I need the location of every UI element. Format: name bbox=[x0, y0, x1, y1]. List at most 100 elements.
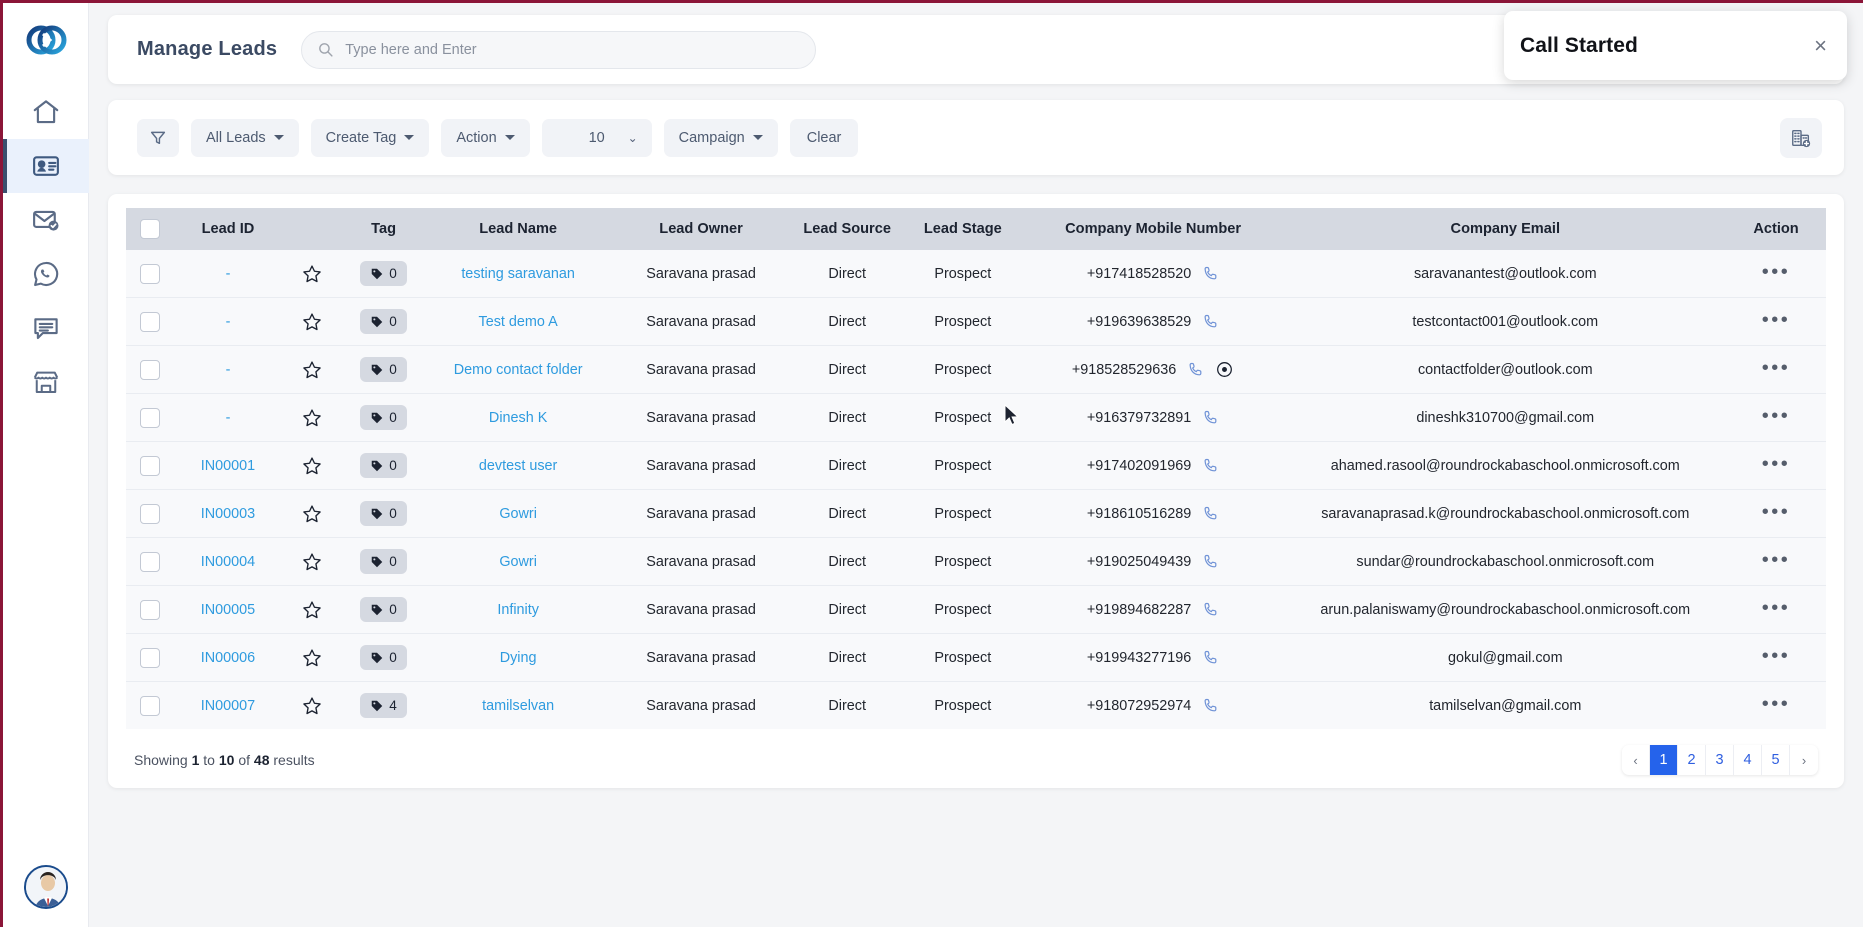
sidebar-item-whatsapp[interactable] bbox=[3, 247, 89, 301]
lead-name-link[interactable]: Infinity bbox=[497, 602, 539, 618]
sidebar-item-leads[interactable] bbox=[2, 139, 89, 193]
favorite-star-icon[interactable] bbox=[301, 407, 323, 429]
row-actions-menu-icon[interactable]: ••• bbox=[1762, 549, 1791, 571]
add-company-button[interactable] bbox=[1780, 117, 1822, 158]
lead-name-link[interactable]: Gowri bbox=[499, 554, 537, 570]
action-dropdown[interactable]: Action bbox=[441, 118, 530, 157]
call-phone-icon[interactable] bbox=[1202, 457, 1219, 474]
tag-pill[interactable]: 0 bbox=[360, 597, 407, 622]
call-phone-icon[interactable] bbox=[1202, 313, 1219, 330]
row-actions-menu-icon[interactable]: ••• bbox=[1762, 597, 1791, 619]
tag-pill[interactable]: 0 bbox=[360, 453, 407, 478]
call-phone-icon[interactable] bbox=[1187, 361, 1204, 378]
sidebar-item-chat[interactable] bbox=[3, 301, 89, 355]
table-row[interactable]: IN00005 0 Infinity Saravana prasad Direct Pro… bbox=[126, 585, 1826, 634]
favorite-star-icon[interactable] bbox=[301, 647, 323, 669]
lead-name-link[interactable]: devtest user bbox=[479, 458, 557, 474]
lead-id-link[interactable]: IN00005 bbox=[201, 602, 255, 618]
page-3[interactable]: 3 bbox=[1706, 745, 1734, 775]
app-logo[interactable] bbox=[18, 17, 74, 63]
lead-id-link[interactable]: IN00003 bbox=[201, 506, 255, 522]
page-next[interactable]: › bbox=[1790, 745, 1818, 775]
call-phone-icon[interactable] bbox=[1202, 265, 1219, 282]
page-5[interactable]: 5 bbox=[1762, 745, 1790, 775]
row-actions-menu-icon[interactable]: ••• bbox=[1762, 693, 1791, 715]
lead-name-link[interactable]: Gowri bbox=[499, 506, 537, 522]
close-icon[interactable]: × bbox=[1812, 34, 1829, 57]
favorite-star-icon[interactable] bbox=[301, 599, 323, 621]
page-2[interactable]: 2 bbox=[1678, 745, 1706, 775]
row-checkbox[interactable] bbox=[140, 551, 161, 572]
user-avatar[interactable] bbox=[23, 865, 68, 909]
tag-pill[interactable]: 0 bbox=[360, 309, 407, 334]
row-actions-menu-icon[interactable]: ••• bbox=[1762, 357, 1791, 379]
tag-pill[interactable]: 0 bbox=[360, 501, 407, 526]
lead-name-link[interactable]: Demo contact folder bbox=[454, 362, 583, 378]
page-4[interactable]: 4 bbox=[1734, 745, 1762, 775]
lead-id-link[interactable]: - bbox=[226, 266, 231, 282]
search-input[interactable] bbox=[345, 41, 776, 58]
lead-id-link[interactable]: IN00004 bbox=[201, 554, 255, 570]
row-actions-menu-icon[interactable]: ••• bbox=[1762, 453, 1791, 475]
sidebar-item-email[interactable] bbox=[3, 193, 89, 247]
lead-name-link[interactable]: tamilselvan bbox=[482, 698, 554, 714]
call-phone-icon[interactable] bbox=[1202, 601, 1219, 618]
table-row[interactable]: IN00006 0 Dying Saravana prasad Direct Prospe… bbox=[126, 633, 1826, 682]
call-phone-icon[interactable] bbox=[1202, 505, 1219, 522]
row-actions-menu-icon[interactable]: ••• bbox=[1762, 309, 1791, 331]
page-prev[interactable]: ‹ bbox=[1622, 745, 1650, 775]
row-checkbox[interactable] bbox=[140, 359, 161, 380]
clear-button[interactable]: Clear bbox=[789, 118, 859, 157]
lead-id-link[interactable]: IN00007 bbox=[201, 698, 255, 714]
row-checkbox[interactable] bbox=[140, 695, 161, 716]
tag-pill[interactable]: 0 bbox=[360, 549, 407, 574]
call-recording-icon[interactable] bbox=[1215, 360, 1234, 379]
favorite-star-icon[interactable] bbox=[301, 311, 323, 333]
table-row[interactable]: IN00004 0 Gowri Saravana prasad Direct Prospe… bbox=[126, 537, 1826, 586]
table-row[interactable]: IN00001 0 devtest user Saravana prasad Direc… bbox=[126, 441, 1826, 490]
favorite-star-icon[interactable] bbox=[301, 695, 323, 717]
lead-id-link[interactable]: - bbox=[226, 314, 231, 330]
tag-pill[interactable]: 0 bbox=[360, 261, 407, 286]
tag-pill[interactable]: 4 bbox=[360, 693, 407, 718]
row-checkbox[interactable] bbox=[140, 599, 161, 620]
lead-name-link[interactable]: Dinesh K bbox=[489, 410, 547, 426]
sidebar-item-marketplace[interactable] bbox=[3, 355, 89, 409]
call-phone-icon[interactable] bbox=[1202, 697, 1219, 714]
lead-id-link[interactable]: - bbox=[226, 362, 231, 378]
filter-button[interactable] bbox=[137, 118, 179, 157]
row-checkbox[interactable] bbox=[140, 503, 161, 524]
table-row[interactable]: - 0 testing saravanan Saravana prasad Direct… bbox=[126, 250, 1826, 298]
all-leads-dropdown[interactable]: All Leads bbox=[191, 118, 299, 157]
table-row[interactable]: - 0 Dinesh K Saravana prasad Direct Prospect +… bbox=[126, 393, 1826, 442]
row-actions-menu-icon[interactable]: ••• bbox=[1762, 645, 1791, 667]
select-all-checkbox[interactable] bbox=[140, 219, 161, 239]
call-phone-icon[interactable] bbox=[1202, 649, 1219, 666]
sidebar-item-home[interactable] bbox=[3, 85, 89, 139]
row-actions-menu-icon[interactable]: ••• bbox=[1762, 261, 1791, 283]
table-row[interactable]: - 0 Demo contact folder Saravana prasad Dire… bbox=[126, 345, 1826, 394]
search-box[interactable] bbox=[301, 30, 817, 69]
lead-name-link[interactable]: Dying bbox=[500, 650, 537, 666]
table-row[interactable]: IN00007 4 tamilselvan Saravana prasad Direct… bbox=[126, 681, 1826, 729]
page-1[interactable]: 1 bbox=[1650, 745, 1678, 775]
favorite-star-icon[interactable] bbox=[301, 503, 323, 525]
lead-name-link[interactable]: Test demo A bbox=[479, 314, 558, 330]
tag-pill[interactable]: 0 bbox=[360, 405, 407, 430]
create-tag-dropdown[interactable]: Create Tag bbox=[310, 118, 430, 157]
table-row[interactable]: - 0 Test demo A Saravana prasad Direct Prospe… bbox=[126, 297, 1826, 346]
row-actions-menu-icon[interactable]: ••• bbox=[1762, 405, 1791, 427]
row-checkbox[interactable] bbox=[140, 263, 161, 284]
lead-id-link[interactable]: IN00001 bbox=[201, 458, 255, 474]
row-checkbox[interactable] bbox=[140, 455, 161, 476]
favorite-star-icon[interactable] bbox=[301, 359, 323, 381]
lead-id-link[interactable]: - bbox=[226, 410, 231, 426]
row-checkbox[interactable] bbox=[140, 407, 161, 428]
row-checkbox[interactable] bbox=[140, 647, 161, 668]
lead-name-link[interactable]: testing saravanan bbox=[461, 266, 575, 282]
call-phone-icon[interactable] bbox=[1202, 553, 1219, 570]
page-size-select[interactable]: 10 ⌄ bbox=[541, 118, 652, 157]
call-phone-icon[interactable] bbox=[1202, 409, 1219, 426]
favorite-star-icon[interactable] bbox=[301, 263, 323, 285]
row-actions-menu-icon[interactable]: ••• bbox=[1762, 501, 1791, 523]
